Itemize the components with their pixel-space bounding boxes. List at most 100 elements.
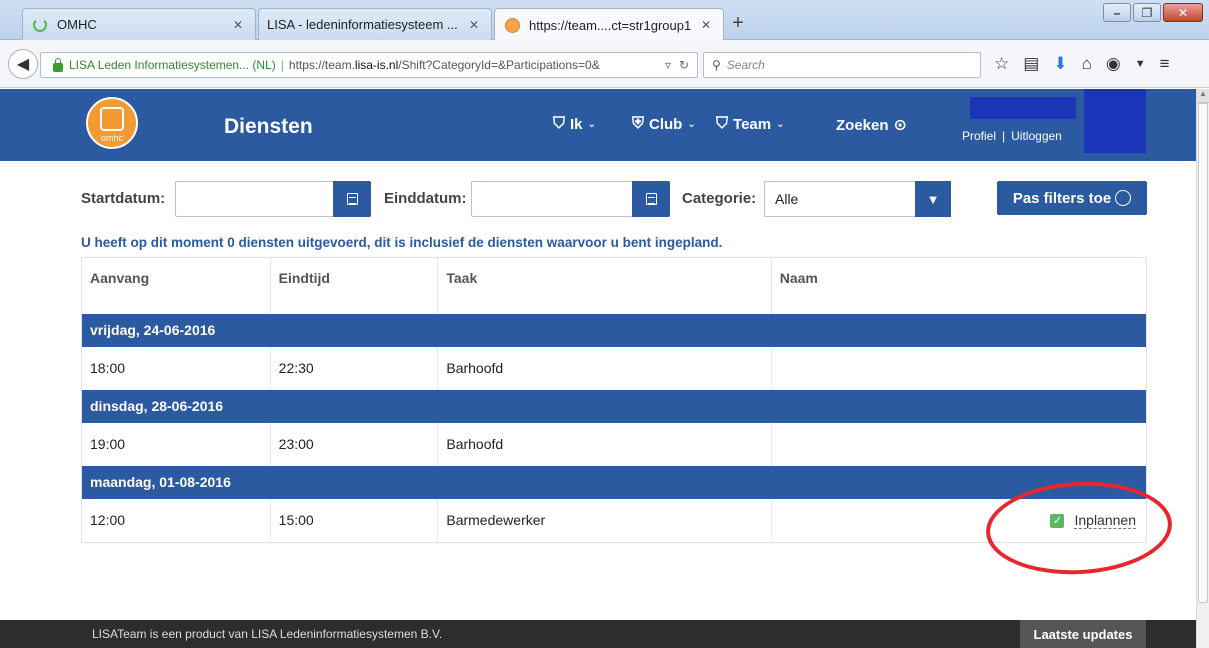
table-row: 19:00 23:00 Barhoofd (82, 423, 1146, 466)
chevron-down-icon[interactable]: ▼ (915, 181, 951, 217)
menu-ik[interactable]: ⛉ Ik ⌄ (553, 115, 596, 133)
end-time: 23:00 (271, 423, 439, 466)
task: Barmedewerker (438, 499, 772, 542)
reload-icon[interactable]: ↻ (679, 58, 689, 72)
site-header: omhc Diensten ⛉ Ik ⌄ ⛨ Club ⌄ ⛉ Team ⌄ Z… (0, 89, 1196, 161)
url-bar-icons: ▿ ↻ (665, 58, 697, 72)
tab-label: LISA - ledeninformatiesysteem ... (267, 17, 458, 32)
omhc-logo[interactable]: omhc (86, 97, 138, 149)
tab-lisa[interactable]: LISA - ledeninformatiesysteem ... ✕ (258, 8, 492, 40)
categorie-label: Categorie: (682, 190, 757, 207)
tab-label: https://team....ct=str1group1 (529, 17, 692, 33)
calendar-icon (346, 193, 358, 205)
menu-team-label: Team (733, 115, 772, 133)
footer-text: LISATeam is een product van LISA Ledenin… (92, 627, 443, 641)
page-title: Diensten (224, 115, 313, 138)
loading-spinner-icon (31, 16, 49, 34)
table-header: Aanvang Eindtijd Taak Naam (82, 258, 1146, 314)
date-group-header: maandag, 01-08-2016 (82, 466, 1146, 499)
search-placeholder: Search (726, 58, 765, 72)
omhc-favicon-icon (503, 16, 521, 34)
tab-close-icon[interactable]: ✕ (229, 18, 247, 32)
home-icon[interactable]: ⌂ (1082, 54, 1092, 74)
new-tab-button[interactable]: + (726, 12, 750, 35)
maximize-icon[interactable]: ❐ (1133, 3, 1161, 22)
table-row: 12:00 15:00 Barmedewerker ✓ Inplannen (82, 499, 1146, 542)
startdatum-calendar-button[interactable] (333, 181, 371, 217)
download-icon[interactable]: ⬇ (1053, 54, 1067, 74)
logo-mark-icon (100, 107, 124, 131)
startdatum-label: Startdatum: (81, 190, 166, 207)
addon-icon[interactable]: ◉ (1106, 54, 1121, 74)
minimize-icon[interactable]: – (1103, 3, 1131, 22)
vertical-scrollbar[interactable]: ▲ (1196, 89, 1209, 648)
shirt-icon: ⛉ (553, 115, 566, 132)
start-time: 19:00 (82, 423, 271, 466)
name (772, 347, 1146, 390)
diensten-table: Aanvang Eindtijd Taak Naam vrijdag, 24-0… (81, 257, 1147, 543)
scrollbar-thumb[interactable] (1198, 103, 1208, 603)
link-separator: | (1002, 129, 1006, 143)
name-cell: ✓ Inplannen (772, 499, 1146, 542)
back-arrow-icon[interactable]: ◀ (8, 49, 38, 79)
column-header: Naam (779, 270, 818, 286)
date-group-header: dinsdag, 28-06-2016 (82, 390, 1146, 423)
reading-list-icon[interactable]: ▤ (1023, 54, 1039, 74)
bookmark-star-icon[interactable]: ☆ (994, 54, 1009, 74)
latest-updates-button[interactable]: Laatste updates (1020, 620, 1146, 648)
menu-zoeken[interactable]: Zoeken ⊙ (836, 115, 907, 135)
menu-ik-label: Ik (570, 115, 583, 133)
task: Barhoofd (438, 423, 772, 466)
chevron-down-icon[interactable]: ▼ (1135, 58, 1146, 70)
categorie-select[interactable]: Alle ▼ (764, 181, 951, 217)
einddatum-calendar-button[interactable] (632, 181, 670, 217)
lock-icon (53, 57, 63, 72)
categorie-value: Alle (775, 191, 799, 207)
column-header: Aanvang (82, 258, 271, 314)
column-header: Taak (438, 258, 772, 314)
apply-filters-button[interactable]: Pas filters toe (997, 181, 1147, 215)
browser-navbar: ◀ LISA Leden Informatiesystemen... (NL) … (0, 40, 1209, 88)
search-input[interactable]: ⚲ Search (703, 52, 981, 78)
menu-team[interactable]: ⛉ Team ⌄ (716, 115, 784, 133)
name (772, 423, 1146, 466)
inplannen-label: Inplannen (1074, 512, 1136, 529)
tab-omhc[interactable]: OMHC ✕ (22, 8, 256, 40)
url-separator: | (280, 58, 284, 72)
shield-icon: ⛨ (632, 115, 645, 132)
search-icon: ⊙ (893, 117, 907, 134)
end-time: 15:00 (271, 499, 439, 542)
browser-tabstrip: OMHC ✕ LISA - ledeninformatiesysteem ...… (0, 0, 1209, 41)
search-icon (1115, 190, 1132, 206)
zoeken-label: Zoeken (836, 116, 889, 134)
notice-text: U heeft op dit moment 0 diensten uitgevo… (81, 235, 723, 250)
url-bar[interactable]: LISA Leden Informatiesystemen... (NL) | … (40, 52, 698, 78)
tab-close-icon[interactable]: ✕ (465, 18, 483, 32)
calendar-icon (645, 193, 657, 205)
logout-link[interactable]: Uitloggen (1011, 129, 1062, 143)
scroll-up-icon[interactable]: ▲ (1197, 89, 1209, 103)
einddatum-label: Einddatum: (384, 190, 467, 207)
menu-club[interactable]: ⛨ Club ⌄ (632, 115, 696, 133)
tab-label: OMHC (57, 17, 97, 32)
site-footer: LISATeam is een product van LISA Ledenin… (0, 620, 1196, 648)
column-header: Eindtijd (271, 258, 439, 314)
start-time: 18:00 (82, 347, 271, 390)
profile-links: Profiel | Uitloggen (962, 129, 1062, 143)
profile-link[interactable]: Profiel (962, 129, 996, 143)
tab-team-active[interactable]: https://team....ct=str1group1 ✕ (494, 8, 724, 41)
inplannen-checkbox[interactable]: ✓ Inplannen (1050, 512, 1136, 529)
checkmark-icon[interactable]: ✓ (1050, 513, 1065, 528)
close-window-icon[interactable]: ✕ (1163, 3, 1203, 22)
chevron-down-icon: ⌄ (776, 118, 785, 130)
end-time: 22:30 (271, 347, 439, 390)
site-identity: LISA Leden Informatiesystemen... (NL) (69, 58, 276, 72)
chevron-down-icon: ⌄ (587, 118, 596, 130)
dropdown-arrow-icon[interactable]: ▿ (665, 58, 671, 72)
tab-close-icon[interactable]: ✕ (697, 18, 715, 32)
date-group-header: vrijdag, 24-06-2016 (82, 314, 1146, 347)
redacted-avatar (1084, 89, 1146, 153)
redacted-username (970, 97, 1076, 119)
hamburger-menu-icon[interactable]: ≡ (1160, 54, 1170, 74)
chevron-down-icon: ⌄ (687, 118, 696, 130)
